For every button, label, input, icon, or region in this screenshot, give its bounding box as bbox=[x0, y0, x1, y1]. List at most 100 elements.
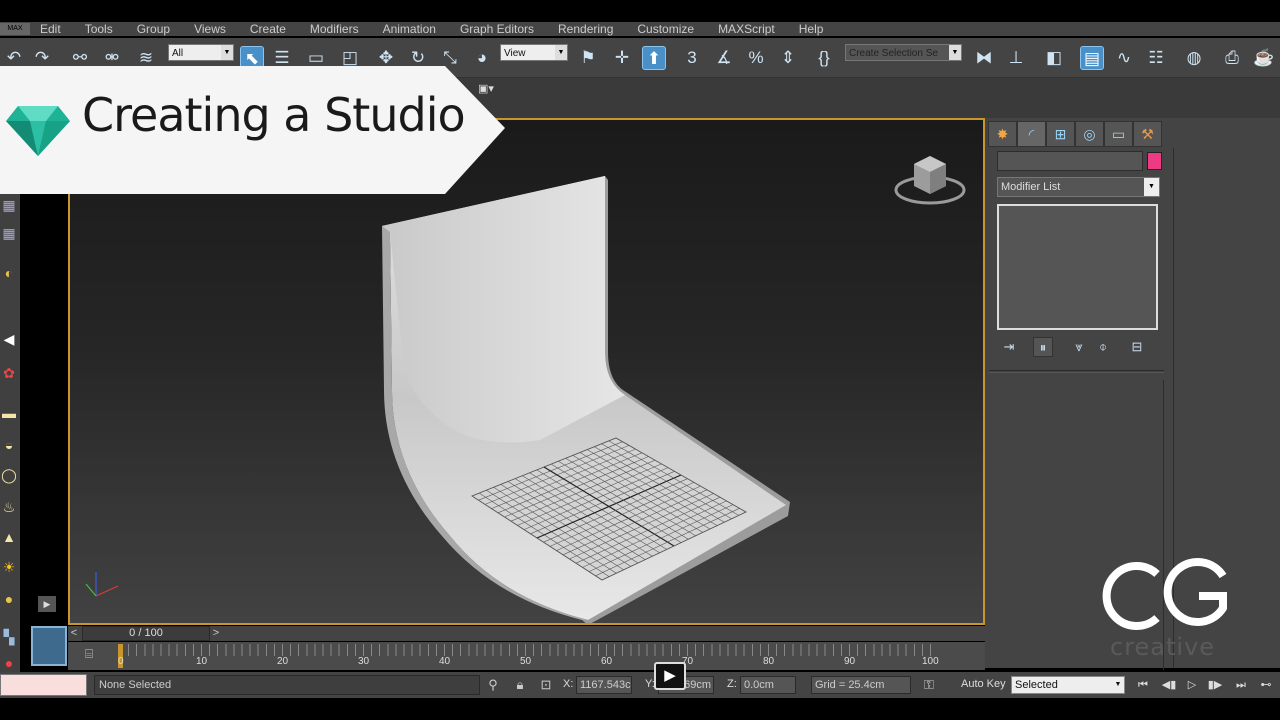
mini-viewport-icon[interactable] bbox=[31, 626, 67, 666]
named-selection-set-dropdown[interactable]: Create Selection Se ▼ bbox=[845, 44, 962, 61]
menu-customize[interactable]: Customize bbox=[637, 22, 694, 36]
menu-graph-editors[interactable]: Graph Editors bbox=[460, 22, 534, 36]
graphite-ribbon-icon[interactable]: ▤ bbox=[1080, 46, 1104, 70]
view-cube[interactable] bbox=[892, 152, 968, 208]
hierarchy-tab-icon[interactable]: ⊞ bbox=[1046, 121, 1075, 147]
layer-manager-icon[interactable]: ◧ bbox=[1042, 46, 1066, 70]
percent-snap-icon[interactable]: % bbox=[744, 46, 768, 70]
menu-group[interactable]: Group bbox=[137, 22, 170, 36]
selection-filter-dropdown[interactable]: All ▼ bbox=[168, 44, 234, 61]
angle-snap-icon[interactable]: ∡ bbox=[712, 46, 736, 70]
configure-modifier-sets-icon[interactable]: ⊟ bbox=[1127, 337, 1147, 357]
time-slider-prev[interactable]: < bbox=[68, 626, 80, 641]
modifier-stack-buttons: ⇥ ⏸ ⩔ ⌽ ⊟ bbox=[997, 337, 1167, 359]
left-tool-strip: ▦ ▦ ◐ ◀ ✿ ▬ ◒ ◯ ♨ ▲ ☀ ● ▚ ● bbox=[0, 118, 20, 678]
record-icon[interactable]: ● bbox=[0, 654, 18, 672]
schematic-view-icon[interactable]: ☷ bbox=[1144, 46, 1168, 70]
menu-maxscript[interactable]: MAXScript bbox=[718, 22, 775, 36]
object-name-field[interactable] bbox=[997, 151, 1143, 171]
menu-animation[interactable]: Animation bbox=[383, 22, 436, 36]
spinner-snap-icon[interactable]: ⇕ bbox=[776, 46, 800, 70]
time-slider-bar: 0 / 100 < > bbox=[68, 626, 985, 641]
remove-modifier-icon[interactable]: ⌽ bbox=[1093, 337, 1113, 357]
app-logo[interactable]: MAX bbox=[0, 23, 30, 35]
geosphere-icon[interactable]: ● bbox=[0, 590, 18, 608]
show-end-result-icon[interactable]: ⏸ bbox=[1033, 337, 1053, 357]
viewport-expand-icon[interactable]: ▶ bbox=[38, 596, 56, 612]
menu-help[interactable]: Help bbox=[799, 22, 824, 36]
panel-divider bbox=[989, 370, 1164, 373]
checker-icon[interactable]: ▚ bbox=[0, 628, 18, 646]
display-tab-monitor-icon[interactable]: ▭ bbox=[1104, 121, 1133, 147]
material-editor-icon[interactable]: ◍ bbox=[1182, 46, 1206, 70]
create-tab-sun-icon[interactable]: ✸ bbox=[988, 121, 1017, 147]
key-filter-dropdown[interactable]: Selected ▼ bbox=[1011, 676, 1125, 694]
auto-key-button[interactable]: Auto Key bbox=[961, 678, 1006, 690]
object-color-swatch[interactable] bbox=[1147, 152, 1162, 170]
chevron-down-icon: ▼ bbox=[1114, 681, 1122, 688]
select-manipulate-icon[interactable]: ✛ bbox=[610, 46, 634, 70]
next-frame-icon[interactable]: ▮▶ bbox=[1205, 677, 1225, 693]
layer-explorer-icon[interactable]: ▦ bbox=[0, 224, 18, 242]
box-primitive-icon[interactable]: ▬ bbox=[0, 404, 18, 422]
sphere-primitive-icon[interactable]: ◒ bbox=[0, 436, 18, 454]
go-to-start-icon[interactable]: ⏮ bbox=[1133, 677, 1153, 693]
sun-light-icon[interactable]: ☀ bbox=[0, 558, 18, 576]
curve-editor-mini-icon[interactable]: ⌸ bbox=[78, 646, 100, 664]
render-setup-icon[interactable]: ⎙ bbox=[1220, 46, 1244, 70]
paint-icon[interactable]: ✿ bbox=[0, 364, 18, 382]
menu-views[interactable]: Views bbox=[194, 22, 226, 36]
render-frame-icon[interactable]: ☕ bbox=[1252, 46, 1276, 70]
chevron-down-icon: ▼ bbox=[1144, 178, 1159, 196]
snap-3d-label: 3 bbox=[687, 48, 697, 67]
modify-tab-curve-icon[interactable]: ◜ bbox=[1017, 121, 1046, 147]
edit-named-selection-icon[interactable]: {} bbox=[812, 46, 836, 70]
collapse-arrow-icon[interactable]: ◀ bbox=[0, 330, 18, 348]
menu-create[interactable]: Create bbox=[250, 22, 286, 36]
snap-3d-icon[interactable]: 3 bbox=[680, 46, 704, 70]
keyboard-shortcut-override-icon[interactable]: ⬆ bbox=[642, 46, 666, 70]
percent-snap-label: % bbox=[748, 48, 764, 67]
menu-tools[interactable]: Tools bbox=[85, 22, 113, 36]
reference-coord-dropdown[interactable]: View ▼ bbox=[500, 44, 568, 61]
ruler-label: 10 bbox=[196, 656, 208, 667]
light-icon[interactable]: ◐ bbox=[0, 264, 18, 282]
angle-snap-label: ∡ bbox=[716, 48, 732, 67]
chevron-down-icon: ▼ bbox=[949, 45, 961, 60]
maxscript-listener-mini[interactable] bbox=[0, 674, 87, 696]
teapot-primitive-icon[interactable]: ♨ bbox=[0, 498, 18, 516]
time-slider[interactable]: 0 / 100 bbox=[82, 626, 210, 641]
menu-modifiers[interactable]: Modifiers bbox=[310, 22, 359, 36]
menu-rendering[interactable]: Rendering bbox=[558, 22, 613, 36]
ruler-label: 0 bbox=[118, 656, 124, 667]
motion-tab-icon[interactable]: ◎ bbox=[1075, 121, 1104, 147]
utilities-tab-hammer-icon[interactable]: ⚒ bbox=[1133, 121, 1162, 147]
key-mode-toggle-icon[interactable]: ⊷ bbox=[1256, 677, 1276, 693]
go-to-end-icon[interactable]: ⏭ bbox=[1231, 677, 1251, 693]
make-unique-icon[interactable]: ⩔ bbox=[1069, 337, 1089, 357]
menu-edit[interactable]: Edit bbox=[40, 22, 61, 36]
pivot-icon[interactable]: ⚑ bbox=[576, 46, 600, 70]
align-icon[interactable]: ⊥ bbox=[1004, 46, 1028, 70]
absolute-mode-icon[interactable]: ⊡ bbox=[539, 677, 553, 693]
ruler-label: 100 bbox=[922, 656, 939, 667]
modifier-stack[interactable] bbox=[997, 204, 1158, 330]
scene-explorer-icon[interactable]: ▦ bbox=[0, 196, 18, 214]
x-coordinate-field[interactable]: 1167.543c bbox=[576, 676, 632, 694]
previous-frame-icon[interactable]: ◀▮ bbox=[1159, 677, 1179, 693]
play-animation-icon[interactable]: ▷ bbox=[1182, 677, 1202, 693]
isolate-selection-icon[interactable]: ⚲ bbox=[486, 677, 500, 693]
add-time-tag-icon[interactable]: ⚿ bbox=[922, 677, 936, 693]
selection-lock-icon[interactable]: 🔒︎ bbox=[513, 677, 527, 693]
z-coordinate-field[interactable]: 0.0cm bbox=[740, 676, 796, 694]
track-bar[interactable]: ⌸ 0 10 20 30 40 50 60 70 80 90 100 bbox=[68, 642, 985, 670]
perspective-viewport[interactable] bbox=[68, 118, 985, 625]
time-slider-next[interactable]: > bbox=[210, 626, 222, 641]
mirror-icon[interactable]: ⧓ bbox=[972, 46, 996, 70]
curve-editor-icon[interactable]: ∿ bbox=[1112, 46, 1136, 70]
video-play-button[interactable]: ▶ bbox=[654, 662, 686, 690]
cylinder-primitive-icon[interactable]: ◯ bbox=[0, 466, 18, 484]
cone-primitive-icon[interactable]: ▲ bbox=[0, 528, 18, 546]
modifier-list-dropdown[interactable]: Modifier List ▼ bbox=[997, 177, 1160, 197]
pin-stack-icon[interactable]: ⇥ bbox=[999, 337, 1019, 357]
